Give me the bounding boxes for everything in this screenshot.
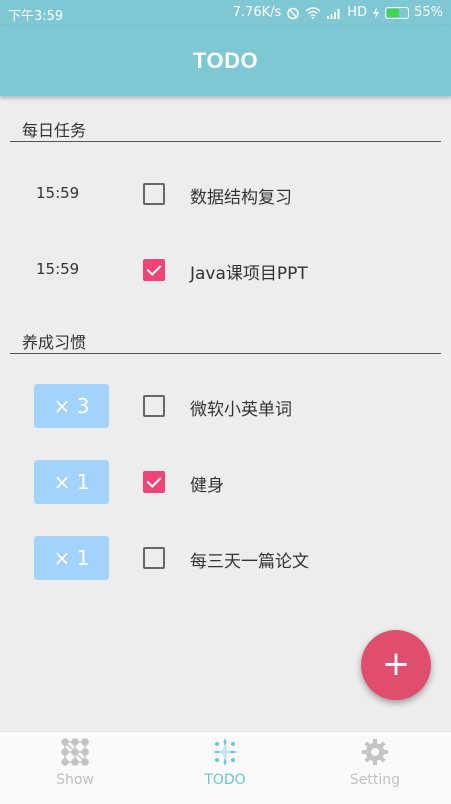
habit-count-badge[interactable]: × 1 <box>34 460 109 504</box>
habit-label: 健身 <box>190 476 224 496</box>
app-bar: TODO <box>0 26 451 96</box>
task-label: Java课项目PPT <box>190 264 308 284</box>
task-time: 15:59 <box>36 184 80 202</box>
battery-icon <box>385 6 410 19</box>
page-title: TODO <box>192 48 259 73</box>
wifi-icon <box>305 6 321 19</box>
battery-percent: 55% <box>414 5 443 20</box>
nav-label: Setting <box>349 772 401 788</box>
network-type: HD <box>347 5 368 20</box>
charging-icon <box>373 6 380 19</box>
plus-icon: + <box>381 644 411 684</box>
status-icons: 7.76K/s HD 55% <box>233 5 443 20</box>
list-item[interactable]: 15:59 Java课项目PPT <box>0 248 451 292</box>
nav-item-todo[interactable]: TODO <box>150 738 300 788</box>
gear-icon <box>362 739 388 765</box>
task-time: 15:59 <box>36 260 80 278</box>
section-header-daily: 每日任务 <box>10 111 441 142</box>
nav-label: TODO <box>204 772 246 788</box>
list-item[interactable]: × 3 微软小英单词 <box>0 384 451 428</box>
list-item[interactable]: × 1 健身 <box>0 460 451 504</box>
habit-label: 每三天一篇论文 <box>190 552 309 572</box>
nav-label: Show <box>56 772 94 788</box>
habit-count-badge[interactable]: × 1 <box>34 536 109 580</box>
add-task-button[interactable]: + <box>361 630 431 700</box>
section-title: 养成习惯 <box>22 333 87 352</box>
alarm-icon <box>287 7 299 19</box>
sparkle-icon <box>213 738 237 766</box>
status-time: 下午3:59 <box>8 9 64 24</box>
habit-checkbox[interactable] <box>143 471 165 493</box>
signal-icon <box>327 8 340 19</box>
task-label: 数据结构复习 <box>190 188 292 208</box>
status-bar: 下午3:59 7.76K/s HD 55% <box>0 0 451 26</box>
bottom-nav: Show TODO Setting <box>0 731 451 804</box>
network-speed: 7.76K/s <box>232 5 282 20</box>
habit-count-badge[interactable]: × 3 <box>34 384 109 428</box>
habit-checkbox[interactable] <box>143 547 165 569</box>
grid-icon <box>61 738 89 766</box>
list-item[interactable]: 15:59 数据结构复习 <box>0 172 451 216</box>
task-checkbox[interactable] <box>143 183 165 205</box>
section-title: 每日任务 <box>22 121 87 140</box>
habit-checkbox[interactable] <box>143 395 165 417</box>
nav-item-show[interactable]: Show <box>0 738 150 788</box>
task-checkbox[interactable] <box>143 259 165 281</box>
list-item[interactable]: × 1 每三天一篇论文 <box>0 536 451 580</box>
nav-item-setting[interactable]: Setting <box>300 738 450 788</box>
section-header-habits: 养成习惯 <box>10 323 441 354</box>
habit-label: 微软小英单词 <box>190 400 292 420</box>
